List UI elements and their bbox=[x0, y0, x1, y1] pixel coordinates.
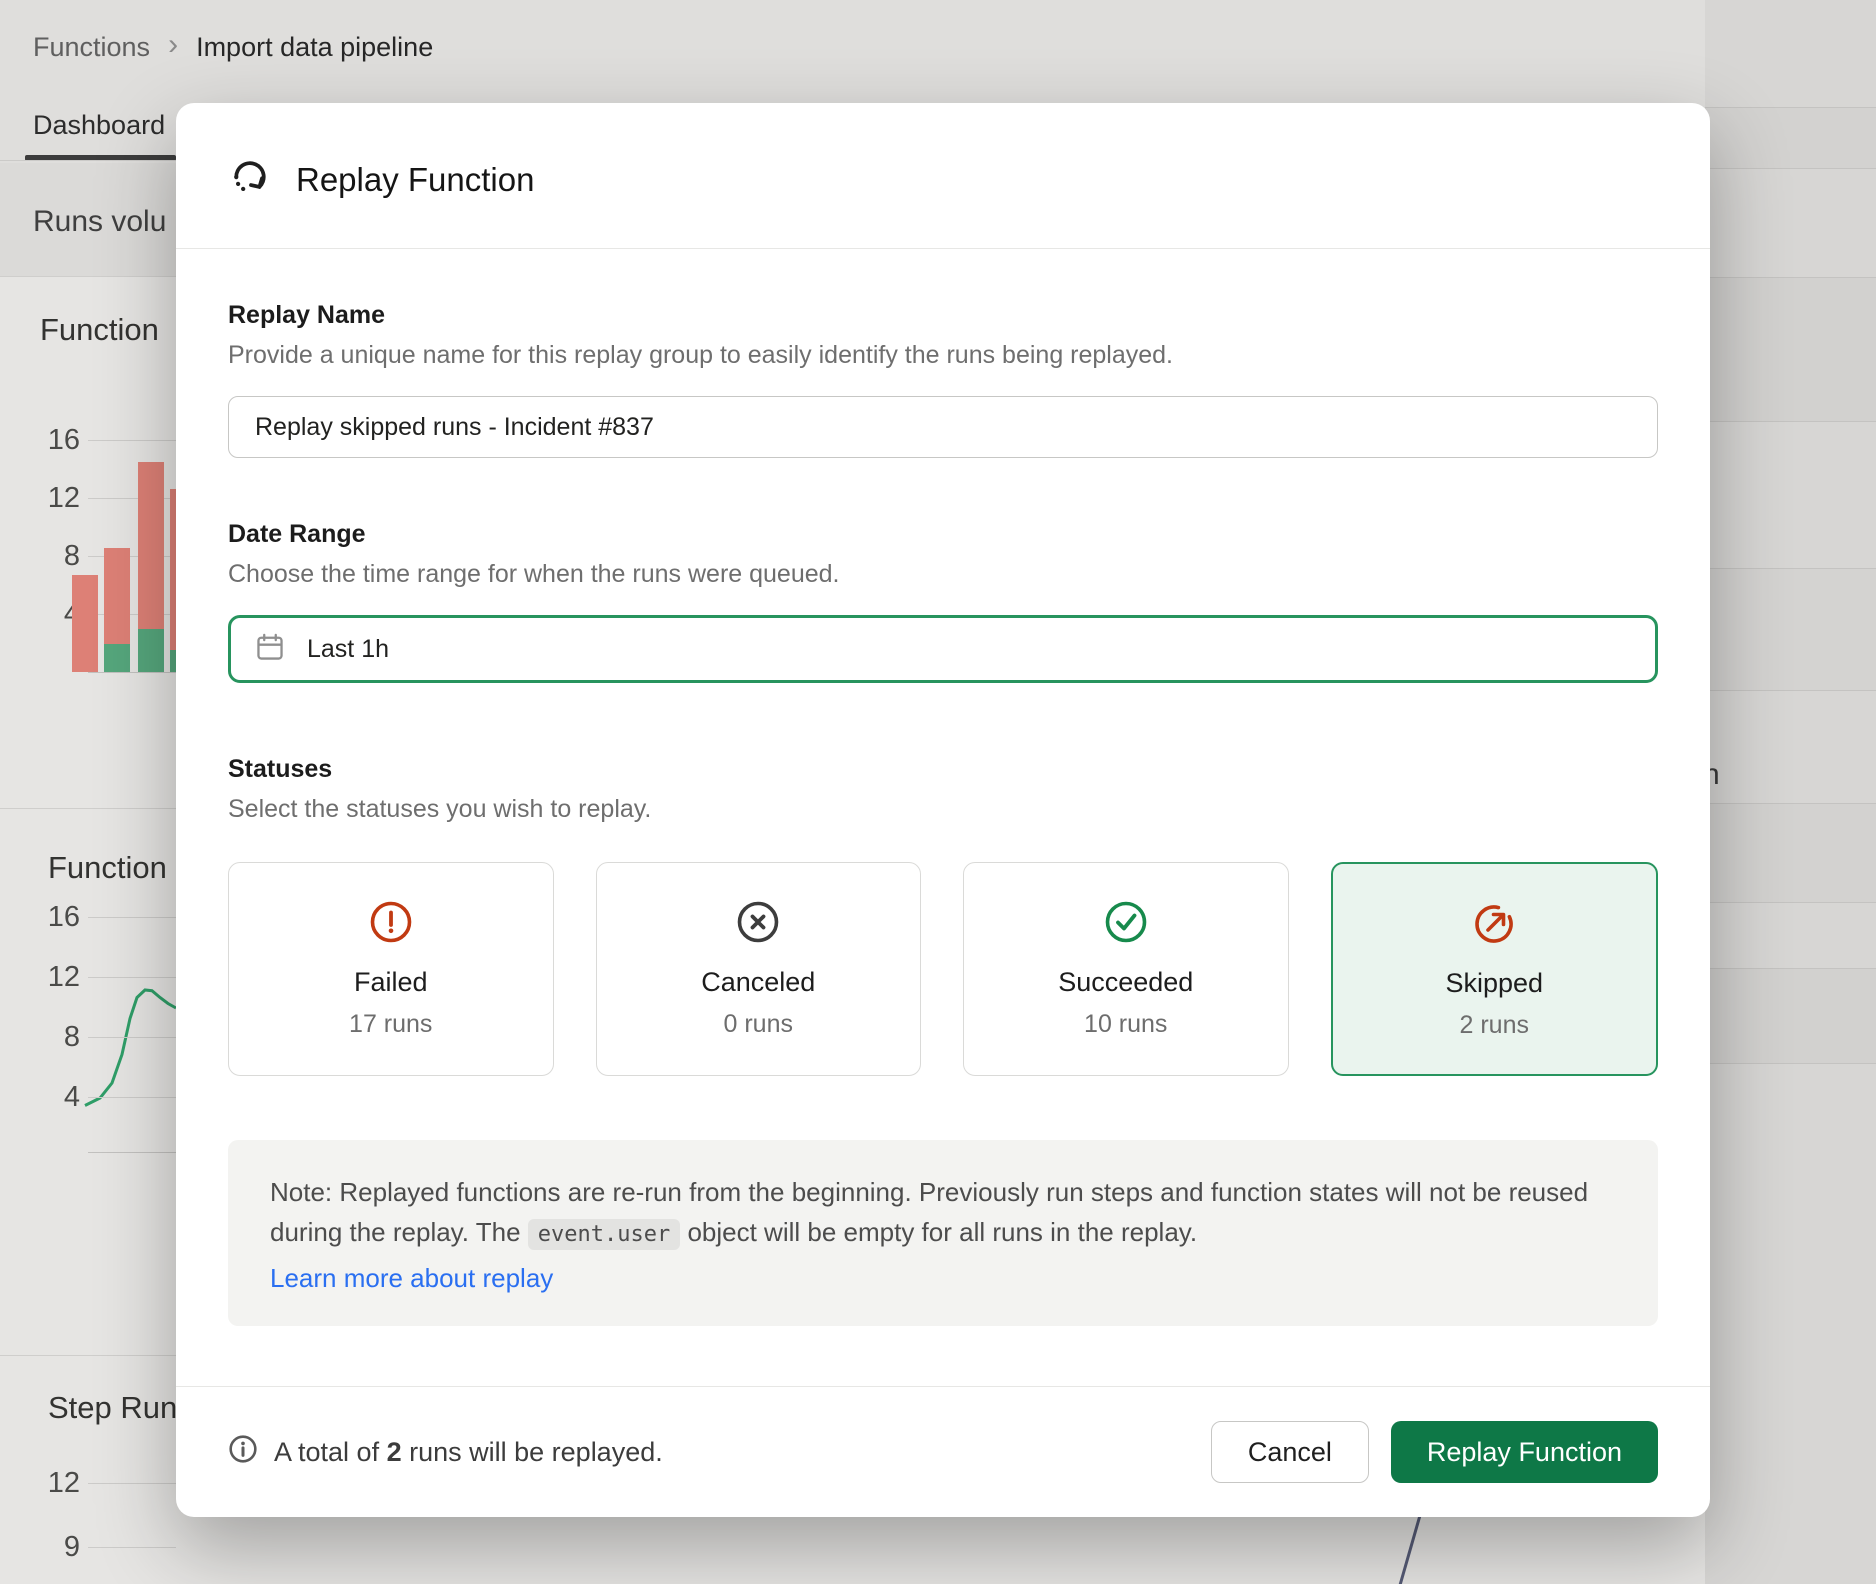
date-range-section: Date Range Choose the time range for whe… bbox=[228, 520, 1658, 683]
status-count: 2 runs bbox=[1460, 1011, 1529, 1040]
axis-label: 8 bbox=[28, 540, 80, 573]
status-cards-row: Failed 17 runs Canceled 0 runs bbox=[228, 862, 1658, 1076]
rs-border bbox=[1705, 968, 1876, 969]
axis-label: 12 bbox=[28, 482, 80, 515]
x-circle-icon bbox=[735, 899, 781, 945]
check-circle-icon bbox=[1103, 899, 1149, 945]
info-icon bbox=[228, 1434, 258, 1471]
rs-row bbox=[1705, 568, 1876, 690]
status-name: Succeeded bbox=[1058, 967, 1193, 998]
status-name: Failed bbox=[354, 967, 428, 998]
axis-label: 16 bbox=[28, 901, 80, 934]
status-card-succeeded[interactable]: Succeeded 10 runs bbox=[963, 862, 1289, 1076]
replay-name-description: Provide a unique name for this replay gr… bbox=[228, 341, 1658, 370]
axis-label: 8 bbox=[28, 1021, 80, 1054]
gridline bbox=[88, 1483, 176, 1484]
rs-row bbox=[1705, 107, 1876, 168]
rs-row bbox=[1705, 277, 1876, 421]
gridline bbox=[88, 917, 176, 918]
axis-label: 9 bbox=[28, 1531, 80, 1564]
gridline bbox=[88, 977, 176, 978]
cancel-button[interactable]: Cancel bbox=[1211, 1421, 1369, 1483]
note-suffix: object will be empty for all runs in the… bbox=[680, 1217, 1197, 1247]
rs-row bbox=[1705, 803, 1876, 902]
bg-bar bbox=[138, 629, 164, 673]
right-page-strip bbox=[1705, 0, 1876, 1584]
axis-label: 4 bbox=[28, 1081, 80, 1114]
replay-name-input[interactable] bbox=[228, 396, 1658, 458]
gridline bbox=[88, 1097, 176, 1098]
replay-note: Note: Replayed functions are re-run from… bbox=[228, 1140, 1658, 1326]
axis-label: 12 bbox=[28, 1467, 80, 1500]
statuses-section: Statuses Select the statuses you wish to… bbox=[228, 755, 1658, 1076]
replay-name-section: Replay Name Provide a unique name for th… bbox=[228, 301, 1658, 458]
statuses-description: Select the statuses you wish to replay. bbox=[228, 795, 1658, 824]
bg-bar bbox=[138, 462, 164, 629]
event-user-code: event.user bbox=[528, 1219, 680, 1250]
status-count: 10 runs bbox=[1084, 1010, 1167, 1039]
replay-function-modal: Replay Function Replay Name Provide a un… bbox=[176, 103, 1710, 1517]
rs-border bbox=[1705, 902, 1876, 903]
date-range-field[interactable]: Last 1h bbox=[228, 615, 1658, 683]
gridline bbox=[88, 1037, 176, 1038]
status-name: Canceled bbox=[701, 967, 815, 998]
gridline bbox=[88, 440, 176, 441]
gridline bbox=[88, 1152, 176, 1153]
note-text: Note: Replayed functions are re-run from… bbox=[270, 1172, 1616, 1253]
learn-more-link[interactable]: Learn more about replay bbox=[270, 1263, 553, 1294]
screen: Functions › Import data pipeline Dashboa… bbox=[0, 0, 1876, 1584]
alert-circle-icon bbox=[368, 899, 414, 945]
date-range-value: Last 1h bbox=[307, 635, 389, 664]
rs-border bbox=[1705, 803, 1876, 804]
bg-bar bbox=[104, 548, 130, 644]
summary-count: 2 bbox=[387, 1437, 402, 1467]
axis-label: 12 bbox=[28, 961, 80, 994]
modal-header: Replay Function bbox=[176, 103, 1710, 249]
skip-forward-icon bbox=[1471, 900, 1517, 946]
status-card-canceled[interactable]: Canceled 0 runs bbox=[596, 862, 922, 1076]
gridline bbox=[88, 1547, 176, 1548]
status-name: Skipped bbox=[1445, 968, 1543, 999]
rs-border bbox=[1705, 168, 1876, 169]
bg-bar bbox=[104, 644, 130, 672]
summary-text: A total of 2 runs will be replayed. bbox=[274, 1437, 663, 1468]
date-range-label: Date Range bbox=[228, 520, 1658, 549]
status-card-skipped[interactable]: Skipped 2 runs bbox=[1331, 862, 1659, 1076]
rs-border bbox=[1705, 690, 1876, 691]
rs-border bbox=[1705, 568, 1876, 569]
replay-function-button[interactable]: Replay Function bbox=[1391, 1421, 1658, 1483]
replay-icon bbox=[228, 155, 272, 204]
bg-bar bbox=[72, 575, 98, 672]
rs-border bbox=[1705, 1063, 1876, 1064]
replay-name-label: Replay Name bbox=[228, 301, 1658, 330]
status-count: 17 runs bbox=[349, 1010, 432, 1039]
calendar-icon bbox=[255, 632, 285, 667]
modal-title: Replay Function bbox=[296, 161, 534, 199]
gridline bbox=[88, 672, 176, 673]
axis-label: 16 bbox=[28, 424, 80, 457]
modal-footer: A total of 2 runs will be replayed. Canc… bbox=[176, 1386, 1710, 1517]
status-card-failed[interactable]: Failed 17 runs bbox=[228, 862, 554, 1076]
statuses-label: Statuses bbox=[228, 755, 1658, 784]
footer-summary: A total of 2 runs will be replayed. bbox=[228, 1434, 663, 1471]
rs-border bbox=[1705, 277, 1876, 278]
status-count: 0 runs bbox=[724, 1010, 793, 1039]
footer-actions: Cancel Replay Function bbox=[1211, 1421, 1658, 1483]
rs-row bbox=[1705, 968, 1876, 1063]
modal-body: Replay Name Provide a unique name for th… bbox=[176, 249, 1710, 1386]
rs-border bbox=[1705, 107, 1876, 108]
date-range-description: Choose the time range for when the runs … bbox=[228, 560, 1658, 589]
rs-border bbox=[1705, 421, 1876, 422]
